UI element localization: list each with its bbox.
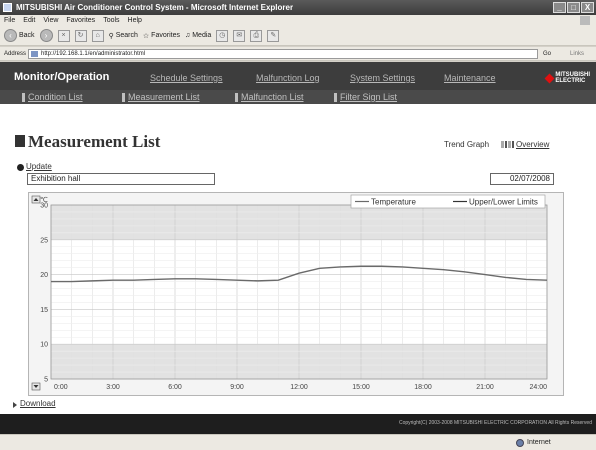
security-zone: Internet bbox=[516, 435, 551, 450]
update-bullet-icon bbox=[17, 164, 24, 171]
x-tick-label: 18:00 bbox=[414, 384, 432, 391]
window-title-bar: MITSUBISHI Air Conditioner Control Syste… bbox=[0, 0, 596, 15]
close-button[interactable]: X bbox=[581, 2, 594, 13]
history-icon[interactable]: ◷ bbox=[216, 29, 229, 42]
favorites-label: Favorites bbox=[151, 32, 180, 39]
mitsubishi-diamond-icon bbox=[544, 73, 555, 83]
mail-icon[interactable]: ✉ bbox=[233, 29, 246, 42]
nav-schedule-settings[interactable]: Schedule Settings bbox=[150, 73, 223, 83]
browser-toolbar: ‹ Back › × ↻ ⌂ ⚲ Search ☆ Favorites ♫ Me… bbox=[0, 26, 596, 46]
app-footer: Copyright(C) 2003-2008 MITSUBISHI ELECTR… bbox=[0, 414, 596, 434]
x-tick-label: 9:00 bbox=[230, 384, 244, 391]
nav-maintenance[interactable]: Maintenance bbox=[444, 73, 496, 83]
y-tick-label: 15 bbox=[40, 307, 48, 314]
subnav-filter-sign-list[interactable]: Filter Sign List bbox=[334, 92, 397, 102]
x-tick-label: 24:00 bbox=[529, 384, 547, 391]
legend-label: Temperature bbox=[371, 198, 416, 207]
menu-tools[interactable]: Tools bbox=[103, 15, 119, 26]
zone-label: Internet bbox=[527, 439, 551, 446]
menu-edit[interactable]: Edit bbox=[23, 15, 35, 26]
favorites-button[interactable]: ☆ Favorites bbox=[143, 32, 180, 40]
go-button[interactable]: Go bbox=[543, 49, 551, 59]
main-content: Measurement List Trend Graph Overview Up… bbox=[0, 104, 596, 414]
edit-icon[interactable]: ✎ bbox=[267, 29, 280, 42]
globe-icon bbox=[516, 438, 524, 447]
address-label: Address bbox=[4, 51, 27, 57]
trend-chart-svg: 510152025300:00 3:00 6:00 9:00 12:00 15:00 18:… bbox=[31, 194, 548, 391]
stop-icon[interactable]: × bbox=[57, 29, 70, 42]
search-button[interactable]: ⚲ Search bbox=[109, 32, 138, 40]
address-value: http://192.168.1.1/en/administrator.html bbox=[41, 51, 146, 57]
address-bar: Address http://192.168.1.1/en/administra… bbox=[0, 47, 596, 61]
home-icon[interactable]: ⌂ bbox=[91, 29, 104, 42]
window-controls: _ □ X bbox=[553, 2, 594, 13]
sub-nav: Condition List Measurement List Malfunct… bbox=[0, 90, 596, 104]
page-title: Measurement List bbox=[28, 132, 161, 151]
forward-button[interactable]: › bbox=[39, 29, 53, 42]
subnav-malfunction-list[interactable]: Malfunction List bbox=[235, 92, 304, 102]
app-header: Monitor/Operation Schedule Settings Malf… bbox=[0, 62, 596, 104]
back-label: Back bbox=[19, 32, 35, 39]
nav-malfunction-log[interactable]: Malfunction Log bbox=[256, 73, 320, 83]
trend-chart: 5 10 15 20 25 30 0:00 3:00 6:00 9:00 12:00 15:00 18:… bbox=[28, 192, 564, 396]
x-tick-label: 3:00 bbox=[106, 384, 120, 391]
media-icon: ♫ bbox=[184, 32, 191, 39]
legend-label: Upper/Lower Limits bbox=[469, 198, 538, 207]
menu-favorites[interactable]: Favorites bbox=[66, 15, 95, 26]
update-link[interactable]: Update bbox=[26, 162, 52, 171]
x-tick-label: 0:00 bbox=[54, 384, 68, 391]
maximize-button[interactable]: □ bbox=[567, 2, 580, 13]
app-title: Monitor/Operation bbox=[14, 71, 110, 83]
logo-text: MITSUBISHI ELECTRIC bbox=[555, 72, 590, 84]
title-marker-icon bbox=[15, 135, 25, 147]
y-tick-label: 20 bbox=[40, 272, 48, 279]
address-input[interactable]: http://192.168.1.1/en/administrator.html bbox=[28, 49, 538, 59]
refresh-icon[interactable]: ↻ bbox=[74, 29, 87, 42]
menu-file[interactable]: File bbox=[4, 15, 15, 26]
subnav-condition-list[interactable]: Condition List bbox=[22, 92, 83, 102]
windows-flag-icon bbox=[580, 16, 590, 25]
main-nav: Monitor/Operation Schedule Settings Malf… bbox=[0, 70, 596, 88]
x-tick-label: 12:00 bbox=[290, 384, 308, 391]
search-label: Search bbox=[115, 32, 138, 39]
ie-app-icon bbox=[3, 3, 12, 12]
copyright-text: Copyright(C) 2003-2008 MITSUBISHI ELECTR… bbox=[398, 420, 592, 426]
browser-menu-bar: File Edit View Favorites Tools Help bbox=[0, 15, 596, 26]
links-button[interactable]: Links bbox=[570, 49, 584, 59]
browser-status-bar: Internet bbox=[0, 434, 596, 450]
print-icon[interactable]: ⎙ bbox=[250, 29, 263, 42]
back-arrow-icon: ‹ bbox=[4, 29, 17, 42]
back-button[interactable]: ‹ Back bbox=[4, 29, 35, 42]
y-tick-label: 5 bbox=[44, 377, 48, 384]
search-icon: ⚲ bbox=[108, 32, 114, 40]
trend-graph-icon[interactable] bbox=[501, 141, 514, 148]
nav-system-settings[interactable]: System Settings bbox=[350, 73, 415, 83]
logo-text-2: ELECTRIC bbox=[555, 78, 586, 84]
y-tick-label: 10 bbox=[40, 342, 48, 349]
download-arrow-icon bbox=[13, 402, 17, 408]
y-tick-label: 25 bbox=[40, 237, 48, 244]
star-icon: ☆ bbox=[142, 32, 150, 40]
minimize-button[interactable]: _ bbox=[553, 2, 566, 13]
date-field: 02/07/2008 bbox=[490, 173, 554, 185]
group-name-field: Exhibition hall bbox=[27, 173, 215, 185]
download-link[interactable]: Download bbox=[20, 399, 56, 408]
x-tick-label: 15:00 bbox=[352, 384, 370, 391]
media-label: Media bbox=[192, 32, 212, 39]
subnav-measurement-list[interactable]: Measurement List bbox=[122, 92, 200, 102]
menu-help[interactable]: Help bbox=[128, 15, 142, 26]
menu-view[interactable]: View bbox=[43, 15, 58, 26]
media-button[interactable]: ♫ Media bbox=[185, 32, 211, 39]
mitsubishi-logo: MITSUBISHI ELECTRIC bbox=[544, 72, 590, 84]
x-tick-label: 21:00 bbox=[476, 384, 494, 391]
y-axis-unit: ℃ bbox=[40, 196, 48, 204]
overview-link[interactable]: Overview bbox=[516, 140, 549, 149]
window-title: MITSUBISHI Air Conditioner Control Syste… bbox=[16, 3, 294, 12]
x-tick-label: 6:00 bbox=[168, 384, 182, 391]
trend-graph-label: Trend Graph bbox=[444, 140, 490, 149]
page-icon bbox=[31, 51, 38, 57]
